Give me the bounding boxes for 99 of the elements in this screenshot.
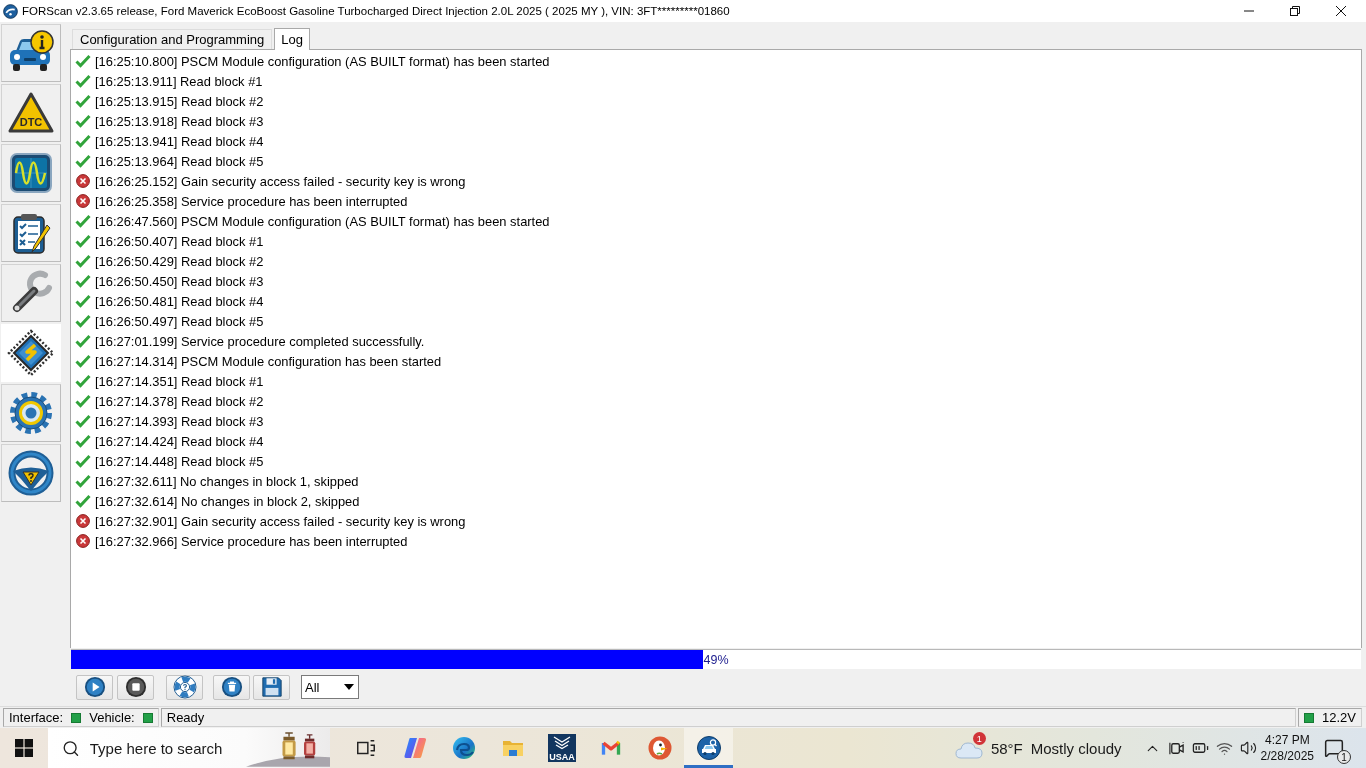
log-entry: [16:26:25.152] Gain security access failed - security key is wrong <box>95 173 466 189</box>
steering-wheel-icon <box>7 449 55 497</box>
log-entry: [16:25:13.941] Read block #4 <box>95 133 264 149</box>
sidebar-button[interactable] <box>1 144 61 202</box>
weather-alert-count: 1 <box>972 732 986 745</box>
toolbar-button[interactable] <box>253 674 290 700</box>
log-entry: [16:27:32.614] No changes in block 2, skipped <box>95 493 360 509</box>
car-scan-icon <box>696 736 721 760</box>
log-entry: [16:25:13.915] Read block #2 <box>95 93 264 109</box>
check-icon <box>74 334 91 348</box>
error-icon <box>75 514 90 528</box>
log-entry: [16:27:32.611] No changes in block 1, skipped <box>95 473 359 489</box>
clock-time: 4:27 PM <box>1264 733 1310 747</box>
check-icon <box>74 154 91 168</box>
check-icon <box>74 214 91 228</box>
log-entry: [16:26:50.429] Read block #2 <box>95 253 264 269</box>
log-entry: [16:27:14.378] Read block #2 <box>95 393 264 409</box>
check-icon <box>74 134 91 148</box>
status-label: Interface: <box>9 710 64 725</box>
check-icon <box>74 74 91 88</box>
check-icon <box>74 494 91 508</box>
progress-percentage: 49% <box>703 652 729 667</box>
weather-condition: Mostly cloudy <box>1030 739 1122 757</box>
check-icon <box>74 354 91 368</box>
check-icon <box>74 234 91 248</box>
taskbar-app[interactable] <box>684 728 733 768</box>
search-input[interactable]: Type here to search <box>89 739 236 757</box>
log-entry: [16:25:13.911] Read block #1 <box>95 73 263 89</box>
log-entry: [16:27:14.393] Read block #3 <box>95 413 264 429</box>
error-icon <box>75 194 90 208</box>
log-entry: [16:25:13.964] Read block #5 <box>95 153 264 169</box>
speaker-icon[interactable] <box>1239 739 1257 757</box>
stop-icon <box>124 676 147 698</box>
sidebar-button[interactable] <box>1 24 61 82</box>
log-entry: [16:27:32.966] Service procedure has been interrupted <box>95 533 408 549</box>
error-icon <box>75 534 90 548</box>
log-entry: [16:25:13.918] Read block #3 <box>95 113 264 129</box>
log-entry: [16:26:50.481] Read block #4 <box>95 293 264 309</box>
task-view-icon <box>354 737 377 759</box>
gear-icon <box>7 389 55 437</box>
toolbar-button[interactable] <box>76 674 113 700</box>
error-icon <box>75 174 90 188</box>
log-entry: [16:26:50.450] Read block #3 <box>95 273 264 289</box>
app-logo-icon <box>3 3 18 19</box>
lifebuoy-icon <box>172 675 197 699</box>
sidebar-button[interactable]: DTC <box>1 84 61 142</box>
log-entry: [16:26:50.407] Read block #1 <box>95 233 264 249</box>
duck-logo-icon <box>647 736 672 760</box>
check-icon <box>74 94 91 108</box>
trash-icon <box>220 676 243 698</box>
status-label: Vehicle: <box>89 710 135 725</box>
log-entry: [16:27:14.351] Read block #1 <box>95 373 264 389</box>
log-entry: [16:25:10.800] PSCM Module configuration (AS BUILT format) has been started <box>95 53 550 69</box>
notification-count: 1 <box>1337 750 1351 764</box>
check-icon <box>74 314 91 328</box>
check-icon <box>74 374 91 388</box>
play-icon <box>83 676 106 698</box>
window-title: FORScan v2.3.65 release, Ford Maverick EcoBoost Gasoline Turbocharged Direct Injection 2.0L 2025 ( 2025 MY ), VIN: 3FT*********01860 <box>22 5 731 17</box>
ribbon-logo-icon <box>402 736 427 760</box>
log-entry: [16:27:14.448] Read block #5 <box>95 453 264 469</box>
log-entry: [16:27:14.314] PSCM Module configuration has been started <box>95 353 442 369</box>
log-entry: [16:27:32.901] Gain security access failed - security key is wrong <box>95 513 466 529</box>
search-icon <box>62 738 80 758</box>
check-icon <box>74 434 91 448</box>
weather-temperature: 58°F <box>990 739 1023 757</box>
battery-voltage: 12.2V <box>1322 710 1356 725</box>
check-icon <box>74 114 91 128</box>
check-icon <box>74 294 91 308</box>
restore-icon <box>1290 6 1300 16</box>
log-entry: [16:26:25.358] Service procedure has been interrupted <box>95 193 408 209</box>
log-entry: [16:27:01.199] Service procedure completed successfully. <box>95 333 425 349</box>
tab[interactable]: Configuration and Programming <box>72 29 273 49</box>
check-icon <box>74 254 91 268</box>
tab[interactable]: Log <box>274 28 310 50</box>
swirl-logo-icon <box>451 736 476 760</box>
clock-date: 2/28/2025 <box>1260 749 1314 763</box>
sidebar-button[interactable] <box>1 264 61 322</box>
toolbar-button[interactable] <box>117 674 154 700</box>
close-icon <box>1336 6 1346 16</box>
usaa-logo-icon: USAA <box>547 734 576 762</box>
log-entry: [16:26:47.560] PSCM Module configuration (AS BUILT format) has been started <box>95 213 550 229</box>
notification-icon[interactable] <box>1324 738 1344 758</box>
chip-icon <box>7 329 55 377</box>
dropdown-arrow-icon <box>344 684 354 690</box>
video-call-icon[interactable] <box>1167 739 1185 757</box>
toolbar-button[interactable] <box>213 674 250 700</box>
windows-logo-icon <box>15 739 33 757</box>
check-icon <box>74 474 91 488</box>
check-icon <box>74 274 91 288</box>
filter-dropdown[interactable]: All <box>301 675 359 699</box>
check-icon <box>74 414 91 428</box>
log-entry: [16:27:14.424] Read block #4 <box>95 433 264 449</box>
check-icon <box>74 54 91 68</box>
check-icon <box>74 394 91 408</box>
taskbar-app[interactable]: USAA <box>537 728 586 768</box>
log-entry: [16:26:50.497] Read block #5 <box>95 313 264 329</box>
sidebar-button[interactable] <box>1 204 61 262</box>
check-icon <box>74 454 91 468</box>
status-message: Ready <box>166 710 205 725</box>
